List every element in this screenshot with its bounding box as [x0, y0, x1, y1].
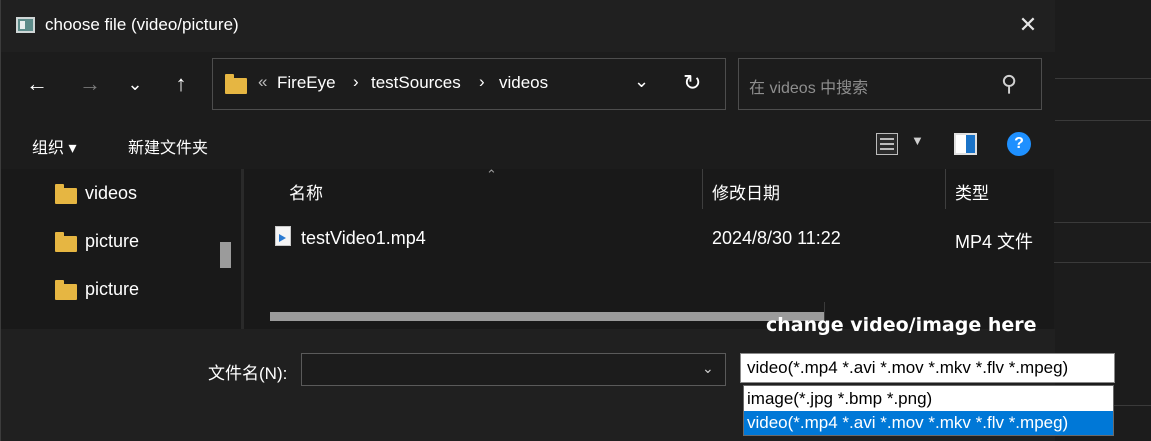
sidebar-item-label: picture	[85, 279, 140, 299]
filename-label: 文件名(N):	[208, 364, 288, 383]
search-placeholder: 在 videos 中搜索	[749, 80, 869, 97]
file-modified: 2024/8/30 11:22	[712, 228, 841, 248]
search-icon[interactable]: ⚲	[1001, 71, 1017, 97]
sidebar-item-label: videos	[85, 183, 138, 203]
chevron-down-icon: ⌄	[634, 71, 650, 91]
background-divider	[1054, 262, 1151, 263]
column-header-type[interactable]: 类型	[955, 179, 989, 204]
close-button[interactable]: ✕	[1009, 8, 1047, 42]
file-type-option-image[interactable]: image(*.jpg *.bmp *.png)	[744, 387, 1113, 411]
window-title: choose file (video/picture)	[45, 15, 239, 34]
column-separator[interactable]	[945, 169, 946, 209]
view-options-icon[interactable]	[876, 133, 898, 155]
command-toolbar: 组织 ▾ 新建文件夹 ▼	[1, 119, 1055, 169]
chevron-down-icon[interactable]: ⌄	[702, 360, 714, 377]
search-box[interactable]: 在 videos 中搜索 ⚲	[738, 58, 1042, 110]
folder-icon	[225, 74, 247, 94]
help-icon[interactable]: ?	[1007, 132, 1031, 156]
breadcrumb-separator[interactable]: ›	[479, 72, 485, 92]
preview-pane-icon[interactable]	[954, 133, 977, 155]
arrow-up-icon: ↑	[175, 71, 187, 96]
sidebar-item-label: picture	[85, 231, 140, 251]
breadcrumb-fireeye[interactable]: FireEye	[277, 73, 336, 93]
file-name: testVideo1.mp4	[301, 228, 426, 248]
title-bar: choose file (video/picture) ✕	[1, 0, 1055, 52]
breadcrumb-separator[interactable]: ›	[353, 72, 359, 92]
breadcrumb-overflow[interactable]: «	[258, 72, 267, 92]
sort-ascending-icon: ⌃	[486, 167, 497, 182]
up-button[interactable]: ↑	[163, 66, 199, 102]
view-dropdown-icon[interactable]: ▼	[911, 133, 924, 148]
file-type-dropdown-list: image(*.jpg *.bmp *.png) video(*.mp4 *.a…	[743, 385, 1114, 436]
address-bar[interactable]: « FireEye › testSources › videos ⌄ ↻	[212, 58, 726, 110]
background-divider	[1054, 120, 1151, 121]
close-icon: ✕	[1018, 12, 1038, 37]
organize-button[interactable]: 组织 ▾	[32, 134, 76, 158]
navigation-bar: ← → ⌄ ↑ « FireEye › testSources › videos…	[1, 52, 1055, 119]
column-separator[interactable]	[702, 169, 703, 209]
filename-input[interactable]: ⌄	[301, 353, 726, 386]
background-divider	[1054, 78, 1151, 79]
arrow-right-icon: →	[79, 71, 101, 96]
video-file-icon	[275, 226, 291, 246]
breadcrumb-videos[interactable]: videos	[499, 73, 548, 93]
horizontal-scrollbar-thumb[interactable]	[270, 312, 824, 321]
background-divider	[1054, 222, 1151, 223]
folder-icon	[55, 280, 77, 300]
address-dropdown[interactable]: ⌄	[634, 71, 649, 92]
back-button[interactable]: ←	[19, 66, 55, 102]
chevron-down-icon: ⌄	[127, 74, 143, 94]
recent-locations-button[interactable]: ⌄	[117, 66, 153, 102]
refresh-icon: ↻	[683, 70, 702, 95]
column-header-name[interactable]: 名称	[289, 179, 323, 204]
annotation-text: change video/image here	[766, 314, 1037, 336]
app-icon	[16, 17, 35, 33]
folder-icon	[55, 232, 77, 252]
folder-icon	[55, 184, 77, 204]
breadcrumb-testsources[interactable]: testSources	[371, 73, 461, 93]
column-header-modified[interactable]: 修改日期	[712, 179, 780, 204]
sidebar-scrollbar-thumb[interactable]	[220, 242, 231, 268]
file-row[interactable]: testVideo1.mp4 2024/8/30 11:22 MP4 文件	[244, 221, 1054, 255]
file-type-option-video[interactable]: video(*.mp4 *.avi *.mov *.mkv *.flv *.mp…	[744, 411, 1113, 435]
refresh-button[interactable]: ↻	[683, 70, 701, 96]
file-type: MP4 文件	[955, 232, 1034, 252]
new-folder-button[interactable]: 新建文件夹	[128, 134, 208, 158]
navigation-pane: videos picture picture	[1, 169, 241, 329]
file-list: ⌃ 名称 修改日期 类型 testVideo1.mp4 2024/8/30 11…	[244, 167, 1054, 329]
arrow-left-icon: ←	[26, 71, 48, 96]
forward-button[interactable]: →	[72, 66, 108, 102]
file-type-select[interactable]: video(*.mp4 *.avi *.mov *.mkv *.flv *.mp…	[740, 353, 1115, 383]
